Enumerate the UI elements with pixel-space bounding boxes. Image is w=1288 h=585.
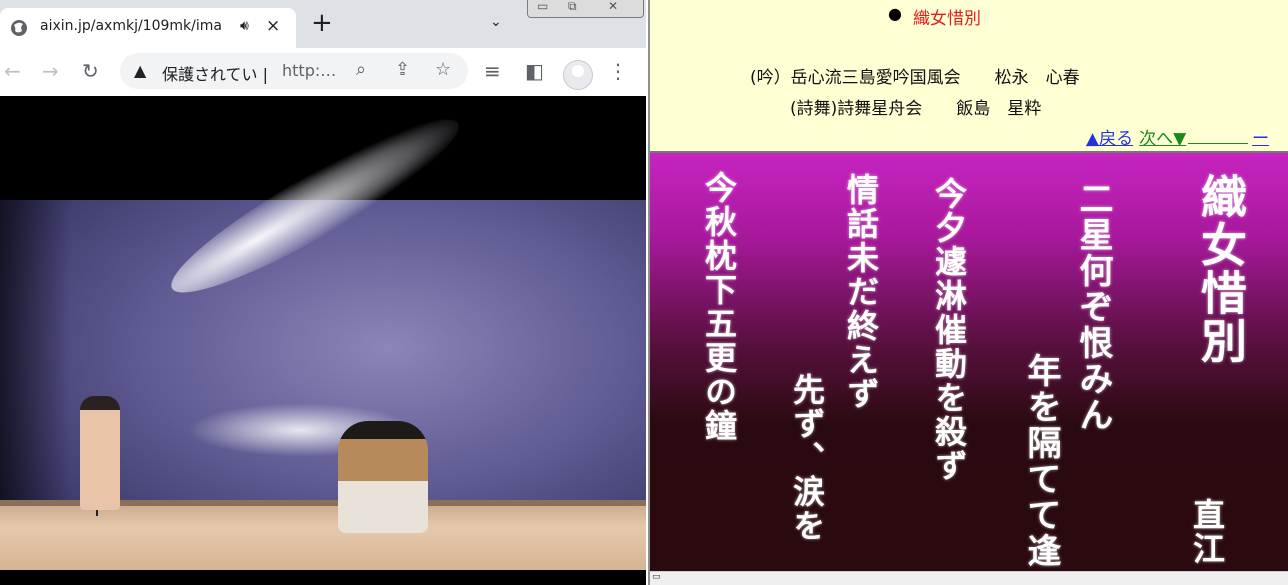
tab-search-button[interactable]: ⌄ <box>490 14 502 30</box>
lyrics-slide-image: 織女惜別 二星何ぞ恨みん 年を隔てて逢 今夕遽淋催動を殺ず 情話未だ終えず 先ず… <box>650 153 1288 571</box>
forward-icon[interactable]: → <box>42 59 59 83</box>
tab-strip: aixin.jp/axmkj/109mk/ima 🔊︎ × + ⌄ ▭ ⧉ ✕ <box>0 0 646 48</box>
address-bar[interactable]: ▲ 保護されてい | http:… ⌕ ⇪ ☆ <box>120 53 468 89</box>
frame-bottom-strip: ▭ <box>650 571 1288 585</box>
menu-icon[interactable]: ⋮ <box>608 59 628 83</box>
tab-title: aixin.jp/axmkj/109mk/ima <box>40 18 222 34</box>
title-bullet: ● <box>888 4 902 23</box>
zoom-icon[interactable]: ⌕ <box>356 59 366 80</box>
frame-marker-icon: ▭ <box>652 572 661 582</box>
new-tab-button[interactable]: + <box>311 10 333 36</box>
back-link[interactable]: ▲戻る <box>1086 129 1133 149</box>
share-icon[interactable]: ⇪ <box>395 59 410 80</box>
performer-line-1: (吟）岳心流三島愛吟国風会 松永 心春 <box>750 68 1080 88</box>
close-window-icon[interactable]: ✕ <box>608 0 618 13</box>
warning-icon[interactable]: ▲ <box>134 61 146 80</box>
slide-title-column: 織女惜別 <box>1194 173 1248 365</box>
page-navigation: ▲戻る 次へ▼ ー <box>1086 124 1269 149</box>
slide-column-5: 情話未だ終えず <box>842 173 880 411</box>
security-label: 保護されてい | <box>162 65 269 84</box>
reciter-figure <box>80 396 120 510</box>
browser-toolbar: ← → ↻ ▲ 保護されてい | http:… ⌕ ⇪ ☆ ≡ ◧ ⋮ <box>0 48 646 97</box>
nav-underline <box>1188 143 1249 144</box>
speaker-icon[interactable]: 🔊︎ <box>240 18 249 34</box>
tab-close-button[interactable]: × <box>266 16 280 36</box>
minimize-icon[interactable]: ▭ <box>537 0 548 13</box>
slide-author: 直江 <box>1188 498 1226 566</box>
performer-line-2: (詩舞)詩舞星舟会 飯島 星粋 <box>790 99 1042 119</box>
window-controls: ▭ ⧉ ✕ <box>527 0 644 18</box>
reload-icon[interactable]: ↻ <box>82 59 99 83</box>
restore-icon[interactable]: ⧉ <box>568 0 577 14</box>
url-text[interactable]: http:… <box>282 61 342 80</box>
globe-icon <box>11 20 27 36</box>
slide-column-7: 今秋枕下五更の鐘 <box>700 171 738 443</box>
side-panel-icon[interactable]: ◧ <box>525 59 544 83</box>
program-header: ● 織女惜別 (吟）岳心流三島愛吟国風会 松永 心春 (詩舞)詩舞星舟会 飯島 … <box>650 0 1288 153</box>
star-icon[interactable]: ☆ <box>435 59 451 80</box>
program-title: 織女惜別 <box>913 9 981 29</box>
slide-column-4: 今夕遽淋催動を殺ず <box>930 177 968 483</box>
profile-icon[interactable] <box>563 60 593 90</box>
browser-window: aixin.jp/axmkj/109mk/ima 🔊︎ × + ⌄ ▭ ⧉ ✕ … <box>0 0 646 585</box>
end-link[interactable]: ー <box>1252 129 1269 149</box>
slide-column-3: 年を隔てて逢 <box>1021 353 1061 569</box>
web-page: ● 織女惜別 (吟）岳心流三島愛吟国風会 松永 心春 (詩舞)詩舞星舟会 飯島 … <box>648 0 1288 585</box>
back-icon[interactable]: ← <box>4 59 21 83</box>
browser-tab[interactable]: aixin.jp/axmkj/109mk/ima 🔊︎ × <box>0 8 296 48</box>
video-frame <box>0 96 646 585</box>
slide-column-2: 二星何ぞ恨みん <box>1073 181 1113 433</box>
dancer-figure <box>338 421 428 533</box>
next-link[interactable]: 次へ▼ <box>1139 129 1186 149</box>
playlist-icon[interactable]: ≡ <box>484 59 501 83</box>
slide-column-6: 先ず、涙を <box>788 373 826 543</box>
